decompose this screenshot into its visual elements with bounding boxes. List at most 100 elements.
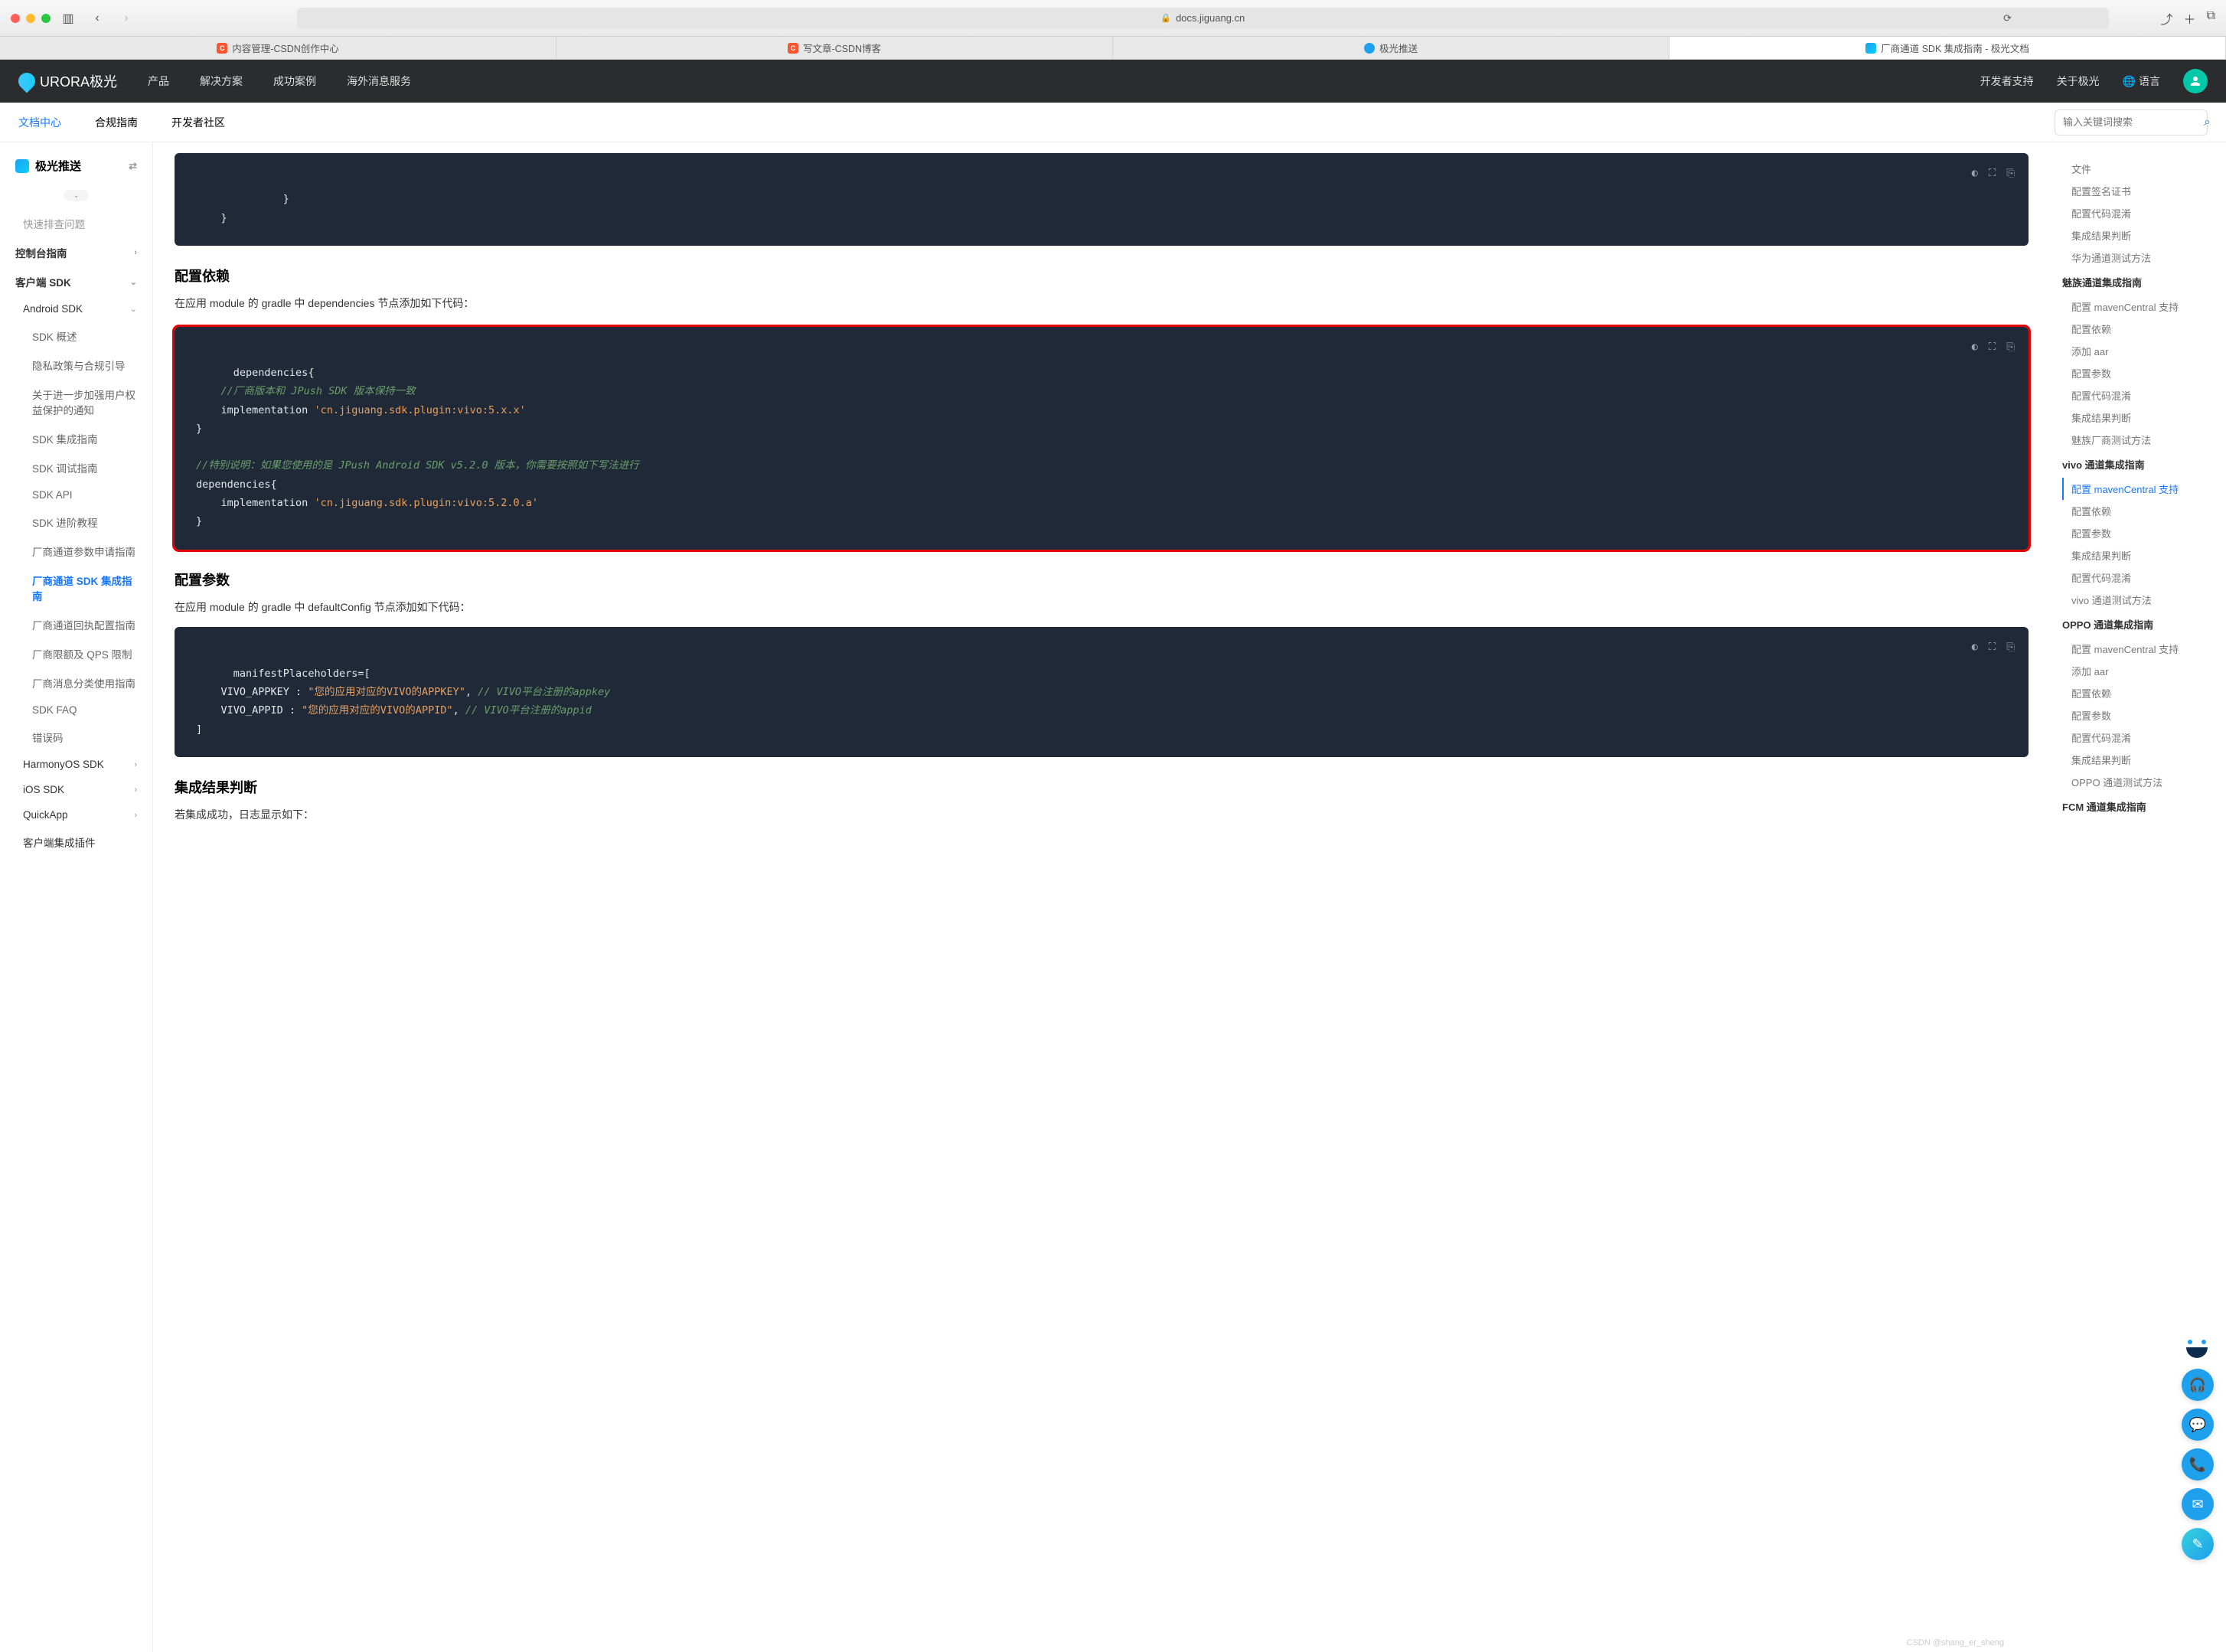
new-tab-icon[interactable]: ＋ bbox=[2184, 9, 2196, 28]
toc-item[interactable]: 配置代码混淆 bbox=[2062, 566, 2214, 589]
toc-section-title[interactable]: OPPO 通道集成指南 bbox=[2062, 611, 2214, 638]
toc-section-title[interactable]: vivo 通道集成指南 bbox=[2062, 451, 2214, 478]
sidebar-item[interactable]: HarmonyOS SDK› bbox=[0, 752, 152, 777]
browser-tab[interactable]: 极光推送 bbox=[1113, 37, 1670, 59]
sidebar-item[interactable]: SDK FAQ bbox=[0, 697, 152, 723]
toc-section-title[interactable]: FCM 通道集成指南 bbox=[2062, 793, 2214, 820]
avatar[interactable] bbox=[2183, 69, 2208, 93]
maximize-window-button[interactable] bbox=[41, 14, 51, 23]
theme-toggle-icon[interactable]: ◐ bbox=[1972, 164, 1978, 182]
sidebar-quick-troubleshoot[interactable]: 快速排查问题 bbox=[0, 209, 152, 238]
headset-support-button[interactable]: 🎧 bbox=[2182, 1369, 2214, 1401]
theme-toggle-icon[interactable]: ◐ bbox=[1972, 338, 1978, 356]
toc-section-title[interactable]: 魅族通道集成指南 bbox=[2062, 269, 2214, 295]
fullscreen-icon[interactable]: ⛶ bbox=[1989, 638, 1996, 656]
sidebar-item[interactable]: 厂商限额及 QPS 限制 bbox=[0, 639, 152, 668]
sidebar-item[interactable]: 厂商消息分类使用指南 bbox=[0, 668, 152, 697]
toc-item[interactable]: 添加 aar bbox=[2062, 340, 2214, 362]
toc-item[interactable]: 添加 aar bbox=[2062, 660, 2214, 682]
sidebar-item[interactable]: 错误码 bbox=[0, 723, 152, 752]
toc-item[interactable]: 配置 mavenCentral 支持 bbox=[2062, 478, 2214, 500]
toc-item[interactable]: 文件 bbox=[2062, 158, 2214, 180]
sidebar-item[interactable]: SDK 调试指南 bbox=[0, 453, 152, 482]
toc-item[interactable]: 集成结果判断 bbox=[2062, 749, 2214, 771]
toc-item[interactable]: 魅族厂商测试方法 bbox=[2062, 429, 2214, 451]
copy-icon[interactable]: ⎘ bbox=[2006, 164, 2015, 182]
sidebar-item[interactable]: 厂商通道回执配置指南 bbox=[0, 610, 152, 639]
toc-item[interactable]: 配置参数 bbox=[2062, 522, 2214, 544]
toc-item[interactable]: 集成结果判断 bbox=[2062, 224, 2214, 246]
toc-item[interactable]: 配置 mavenCentral 支持 bbox=[2062, 295, 2214, 318]
nav-developer-support[interactable]: 开发者支持 bbox=[1980, 73, 2034, 89]
toc-item[interactable]: 集成结果判断 bbox=[2062, 544, 2214, 566]
nav-language[interactable]: 🌐 语言 bbox=[2123, 73, 2160, 89]
sidebar-item[interactable]: 隐私政策与合规引导 bbox=[0, 351, 152, 380]
sidebar-item[interactable]: 关于进一步加强用户权益保护的通知 bbox=[0, 380, 152, 424]
sidebar-item[interactable]: 客户端 SDK⌄ bbox=[0, 267, 152, 296]
toc-item[interactable]: 配置依赖 bbox=[2062, 682, 2214, 704]
fullscreen-icon[interactable]: ⛶ bbox=[1989, 338, 1996, 356]
phone-button[interactable]: 📞 bbox=[2182, 1448, 2214, 1481]
logo[interactable]: URORA极光 bbox=[18, 71, 117, 91]
sidebar-collapse-indicator[interactable]: ⌄ bbox=[0, 184, 152, 209]
subnav-community[interactable]: 开发者社区 bbox=[171, 115, 225, 130]
address-bar[interactable]: 🔒 docs.jiguang.cn ⟳ bbox=[297, 8, 2109, 29]
toc-item[interactable]: vivo 通道测试方法 bbox=[2062, 589, 2214, 611]
toc-item[interactable]: 配置代码混淆 bbox=[2062, 384, 2214, 406]
fullscreen-icon[interactable]: ⛶ bbox=[1989, 164, 1996, 182]
toc-item[interactable]: 配置参数 bbox=[2062, 704, 2214, 726]
copy-icon[interactable]: ⎘ bbox=[2006, 338, 2015, 356]
mascot-icon[interactable] bbox=[2182, 1338, 2212, 1358]
sidebar-item[interactable]: SDK 集成指南 bbox=[0, 424, 152, 453]
sidebar-item[interactable]: QuickApp› bbox=[0, 802, 152, 828]
nav-cases[interactable]: 成功案例 bbox=[273, 73, 316, 89]
heading-result: 集成结果判断 bbox=[175, 777, 2029, 797]
sidebar-item[interactable]: Android SDK⌄ bbox=[0, 296, 152, 322]
toc-item[interactable]: 华为通道测试方法 bbox=[2062, 246, 2214, 269]
nav-overseas[interactable]: 海外消息服务 bbox=[347, 73, 411, 89]
toc-item[interactable]: 配置 mavenCentral 支持 bbox=[2062, 638, 2214, 660]
nav-solutions[interactable]: 解决方案 bbox=[200, 73, 243, 89]
sidebar-title[interactable]: 极光推送 ⇄ bbox=[0, 153, 152, 184]
toc-item[interactable]: 集成结果判断 bbox=[2062, 406, 2214, 429]
copy-icon[interactable]: ⎘ bbox=[2006, 638, 2015, 656]
back-button[interactable]: ‹ bbox=[86, 8, 109, 28]
nav-about[interactable]: 关于极光 bbox=[2057, 73, 2100, 89]
toc-item[interactable]: 配置签名证书 bbox=[2062, 180, 2214, 202]
browser-tab[interactable]: C内容管理-CSDN创作中心 bbox=[0, 37, 556, 59]
sidebar-item[interactable]: 控制台指南› bbox=[0, 238, 152, 267]
toc-item[interactable]: 配置代码混淆 bbox=[2062, 726, 2214, 749]
browser-tab-active[interactable]: 厂商通道 SDK 集成指南 - 极光文档 bbox=[1670, 37, 2226, 59]
search-box[interactable]: ⌕ bbox=[2055, 109, 2208, 135]
subnav-compliance[interactable]: 合规指南 bbox=[95, 115, 138, 130]
search-icon[interactable]: ⌕ bbox=[2204, 116, 2211, 129]
sidebar-item[interactable]: SDK 概述 bbox=[0, 322, 152, 351]
sidebar-item[interactable]: 厂商通道参数申请指南 bbox=[0, 537, 152, 566]
share-icon[interactable]: ⤴ bbox=[2161, 9, 2173, 28]
toc-item[interactable]: 配置参数 bbox=[2062, 362, 2214, 384]
subnav-docs[interactable]: 文档中心 bbox=[18, 115, 61, 130]
toc-item[interactable]: 配置代码混淆 bbox=[2062, 202, 2214, 224]
close-window-button[interactable] bbox=[11, 14, 20, 23]
minimize-window-button[interactable] bbox=[26, 14, 35, 23]
sidebar-item[interactable]: 厂商通道 SDK 集成指南 bbox=[0, 566, 152, 610]
sidebar-toggle-button[interactable]: ▥ bbox=[57, 8, 80, 28]
toc-item[interactable]: OPPO 通道测试方法 bbox=[2062, 771, 2214, 793]
theme-toggle-icon[interactable]: ◐ bbox=[1972, 638, 1978, 656]
tabs-overview-icon[interactable]: ⧉ bbox=[2207, 9, 2215, 28]
swap-icon[interactable]: ⇄ bbox=[129, 160, 137, 172]
toc-item[interactable]: 配置依赖 bbox=[2062, 318, 2214, 340]
sidebar-item-label: SDK 概述 bbox=[32, 328, 77, 344]
reload-icon[interactable]: ⟳ bbox=[2003, 12, 2012, 24]
email-button[interactable]: ✉ bbox=[2182, 1488, 2214, 1520]
sidebar-item[interactable]: SDK 进阶教程 bbox=[0, 508, 152, 537]
sidebar-item[interactable]: SDK API bbox=[0, 482, 152, 508]
wechat-button[interactable]: 💬 bbox=[2182, 1409, 2214, 1441]
sidebar-item[interactable]: 客户端集成插件 bbox=[0, 828, 152, 857]
sidebar-item[interactable]: iOS SDK› bbox=[0, 777, 152, 802]
edit-button[interactable]: ✎ bbox=[2182, 1528, 2214, 1560]
search-input[interactable] bbox=[2063, 116, 2198, 128]
browser-tab[interactable]: C写文章-CSDN博客 bbox=[556, 37, 1113, 59]
toc-item[interactable]: 配置依赖 bbox=[2062, 500, 2214, 522]
nav-products[interactable]: 产品 bbox=[148, 73, 169, 89]
